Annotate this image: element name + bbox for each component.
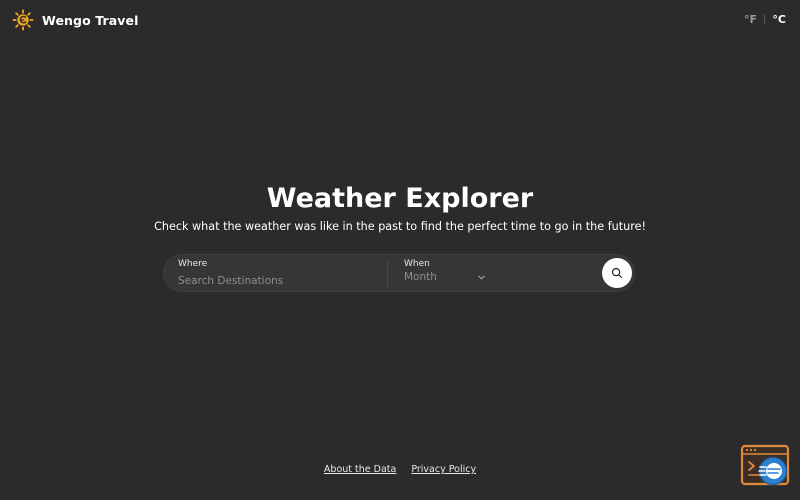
destination-search-input[interactable] bbox=[178, 273, 378, 288]
page-title: Weather Explorer bbox=[266, 183, 534, 214]
search-bar: Where When Month bbox=[163, 254, 635, 292]
brand-name: Wengo Travel bbox=[42, 12, 139, 28]
chevron-down-icon bbox=[478, 275, 485, 279]
temperature-unit-toggle: °F | °C bbox=[744, 13, 786, 26]
month-select-value: Month bbox=[404, 271, 437, 283]
unit-separator: | bbox=[763, 14, 767, 25]
search-divider bbox=[387, 260, 388, 288]
footer-links: About the Data Privacy Policy bbox=[0, 464, 800, 475]
when-label: When bbox=[404, 259, 430, 269]
month-select[interactable]: Month bbox=[404, 271, 486, 283]
sun-logo-icon bbox=[12, 9, 34, 31]
brand-logo-link[interactable]: Wengo Travel bbox=[12, 9, 138, 31]
when-month-dropdown[interactable]: When Month bbox=[404, 259, 504, 289]
search-button[interactable] bbox=[602, 258, 632, 288]
about-the-data-link[interactable]: About the Data bbox=[324, 464, 396, 475]
where-field[interactable]: Where bbox=[178, 259, 383, 289]
browser-widget-button[interactable] bbox=[740, 444, 792, 490]
privacy-policy-link[interactable]: Privacy Policy bbox=[411, 464, 476, 475]
search-icon bbox=[611, 267, 623, 279]
where-label: Where bbox=[178, 259, 208, 269]
page: Wengo Travel °F | °C Weather Explorer Ch… bbox=[0, 0, 800, 500]
browser-widget-icon bbox=[740, 444, 790, 486]
unit-fahrenheit-button[interactable]: °F bbox=[744, 13, 757, 26]
page-subtitle: Check what the weather was like in the p… bbox=[154, 220, 646, 233]
unit-celsius-button[interactable]: °C bbox=[772, 13, 786, 26]
